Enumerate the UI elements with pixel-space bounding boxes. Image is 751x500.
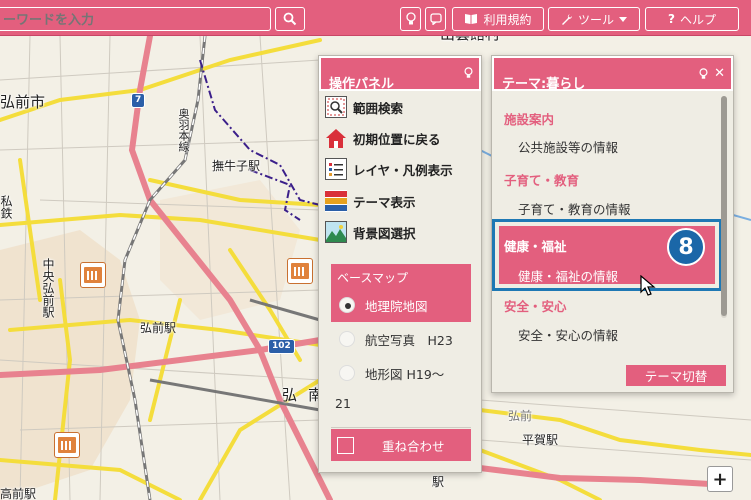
base-map-option-gsi[interactable]: 地理院地図	[331, 288, 471, 322]
theme-icon	[325, 190, 347, 212]
base-map-option-label: 地理院地図	[365, 298, 428, 314]
help-button[interactable]: ? ヘルプ	[645, 7, 739, 31]
speech-bubble-icon	[429, 13, 442, 25]
theme-category-facilities[interactable]: 施設案内	[504, 109, 554, 128]
route-shield: 102	[268, 339, 295, 354]
overlay-toggle[interactable]: 重ね合わせ	[331, 429, 471, 461]
layer-legend-item[interactable]: レイヤ・凡例表示	[325, 158, 453, 180]
theme-panel-title: テーマ:暮らし	[502, 77, 586, 92]
public-facility-icon[interactable]	[287, 258, 313, 284]
theme-link-health[interactable]: 健康・福祉の情報	[518, 266, 618, 285]
base-map-option-label: 航空写真 H23	[365, 332, 453, 348]
map-label-town-mid: 弘前	[508, 409, 533, 423]
public-facility-icon[interactable]	[54, 432, 80, 458]
keyword-search-input[interactable]	[0, 7, 271, 31]
base-map-section: ベースマップ 地理院地図 航空写真 H23 地形図 H19〜 21	[331, 264, 471, 428]
theme-link-childcare[interactable]: 子育て・教育の情報	[518, 199, 631, 218]
map-label-station-hirosaki: 弘前駅	[140, 321, 177, 335]
map-label-bottom-left: 高前駅	[0, 487, 37, 500]
theme-category-safety[interactable]: 安全・安心	[504, 296, 567, 315]
lightbulb-button[interactable]	[400, 7, 421, 31]
background-select-item[interactable]: 背景図選択	[325, 221, 416, 243]
overlay-label: 重ね合わせ	[382, 438, 445, 454]
top-toolbar: 利用規約 ツール ? ヘルプ	[0, 0, 751, 36]
operation-panel-header[interactable]: 操作パネル	[319, 56, 481, 92]
scrollbar-thumb[interactable]	[721, 96, 727, 316]
theme-scrollbar[interactable]	[721, 96, 727, 318]
question-mark-icon: ?	[668, 12, 675, 26]
public-facility-icon[interactable]	[80, 262, 106, 288]
theme-category-childcare[interactable]: 子育て・教育	[504, 170, 579, 189]
reset-position-label: 初期位置に戻る	[353, 131, 441, 147]
help-label: ヘルプ	[679, 12, 716, 27]
divider	[331, 427, 471, 428]
chevron-down-icon	[619, 16, 627, 22]
search-icon	[283, 12, 297, 26]
operation-panel-title: 操作パネル	[329, 77, 395, 92]
theme-link-safety[interactable]: 安全・安心の情報	[518, 325, 618, 344]
radio-button-selected[interactable]	[339, 297, 355, 313]
reset-position-item[interactable]: 初期位置に戻る	[325, 127, 441, 149]
theme-link-public-facilities[interactable]: 公共施設等の情報	[518, 137, 618, 156]
terms-of-use-label: 利用規約	[483, 12, 532, 27]
lightbulb-icon	[405, 12, 416, 25]
terms-of-use-button[interactable]: 利用規約	[452, 7, 544, 31]
layer-list-icon	[325, 158, 347, 180]
lightbulb-icon[interactable]	[699, 67, 708, 80]
message-button[interactable]	[425, 7, 446, 31]
wrench-icon	[561, 14, 572, 25]
background-select-label: 背景図選択	[353, 225, 416, 241]
theme-display-label: テーマ表示	[353, 194, 416, 210]
base-map-title: ベースマップ	[331, 264, 471, 288]
map-label-station-bugyushi: 撫牛子駅	[212, 159, 261, 173]
theme-display-item[interactable]: テーマ表示	[325, 190, 416, 212]
base-map-option-topographic[interactable]: 地形図 H19〜	[331, 356, 471, 390]
tools-button[interactable]: ツール	[548, 7, 640, 31]
landscape-icon	[325, 221, 347, 243]
map-label-line-ouu: 奥羽本線	[177, 108, 190, 152]
operation-panel: 操作パネル 範囲検索 初期位置に戻る レイヤ・凡例表示 テーマ表示 背景図選択 …	[318, 55, 482, 473]
map-label-town-hiro: 弘	[282, 386, 298, 404]
map-label-left-vertical-2: 私鉄	[0, 195, 13, 219]
lightbulb-icon[interactable]	[464, 67, 473, 79]
map-label-city: 弘前市	[0, 93, 46, 111]
range-search-item[interactable]: 範囲検索	[325, 96, 403, 118]
home-icon	[325, 127, 347, 149]
zoom-in-button[interactable]: +	[707, 466, 733, 492]
mouse-pointer-icon	[640, 275, 656, 296]
theme-switch-button[interactable]: テーマ切替	[626, 365, 726, 386]
tools-label: ツール	[577, 12, 614, 27]
map-label-bottom-station: 駅	[432, 475, 445, 489]
base-map-option-extra: 21	[335, 396, 351, 411]
close-icon[interactable]: ✕	[714, 66, 725, 81]
theme-panel-header[interactable]: テーマ:暮らし ✕	[492, 56, 733, 92]
map-label-left-vertical-1: 中央弘前駅	[41, 258, 55, 318]
theme-panel: テーマ:暮らし ✕ 施設案内 公共施設等の情報 子育て・教育 子育て・教育の情報…	[491, 55, 734, 393]
base-map-option-label: 地形図 H19〜	[365, 366, 445, 382]
map-label-station-hiragagawa: 平賀駅	[522, 433, 559, 447]
range-search-label: 範囲検索	[353, 100, 404, 116]
layer-legend-label: レイヤ・凡例表示	[353, 162, 453, 178]
route-shield: 7	[131, 93, 146, 108]
base-map-option-aerial[interactable]: 航空写真 H23	[331, 322, 471, 356]
book-icon	[465, 14, 478, 24]
magnifier-icon	[325, 96, 347, 118]
theme-category-health: 健康・福祉	[504, 239, 567, 254]
radio-button[interactable]	[339, 365, 355, 381]
search-button[interactable]	[275, 7, 305, 31]
overlay-checkbox[interactable]	[337, 436, 354, 454]
step-number-badge: 8	[667, 228, 705, 266]
radio-button[interactable]	[339, 331, 355, 347]
